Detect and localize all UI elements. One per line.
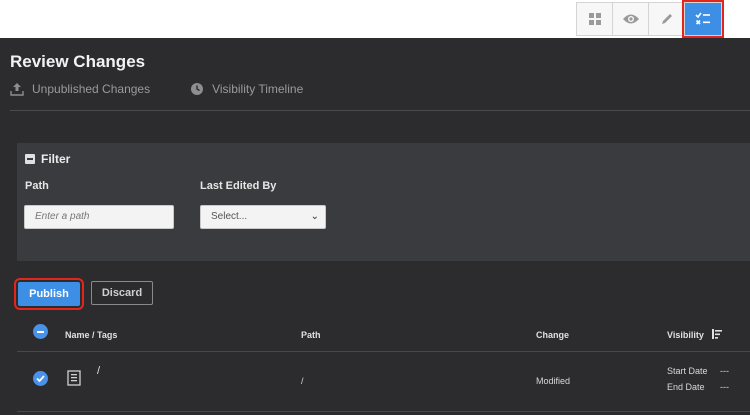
filter-title: Filter xyxy=(41,152,71,166)
eye-icon xyxy=(622,14,639,24)
header-divider xyxy=(10,110,750,111)
tab-visibility-timeline[interactable]: Visibility Timeline xyxy=(190,82,303,96)
collapse-icon xyxy=(25,154,35,164)
publish-button[interactable]: Publish xyxy=(14,278,84,310)
end-date-value: --- xyxy=(720,382,729,392)
edit-button[interactable] xyxy=(649,3,685,35)
last-edited-value: Select... xyxy=(211,211,248,222)
last-edited-select[interactable]: Select... ⌄ xyxy=(200,205,326,229)
tab-unpublished-changes[interactable]: Unpublished Changes xyxy=(10,82,150,96)
checklist-icon xyxy=(695,12,710,25)
view-mode-toolbar xyxy=(576,0,724,38)
top-toolbar xyxy=(0,0,750,38)
discard-button[interactable]: Discard xyxy=(91,281,153,305)
row-name: / xyxy=(97,365,101,377)
check-icon xyxy=(36,375,45,383)
row-checkbox[interactable] xyxy=(33,371,48,386)
page-icon xyxy=(67,370,81,386)
col-change: Change xyxy=(536,330,570,340)
page-title: Review Changes xyxy=(10,52,146,71)
col-visibility: Visibility xyxy=(667,330,704,340)
col-path: Path xyxy=(301,330,321,340)
path-input[interactable]: Enter a path xyxy=(24,205,174,229)
col-name-tags: Name / Tags xyxy=(65,330,118,340)
chevron-down-icon: ⌄ xyxy=(310,211,319,222)
sort-icon[interactable] xyxy=(711,328,723,340)
table-row[interactable]: / / Modified Start Date --- End Date --- xyxy=(0,352,750,410)
row-change: Modified xyxy=(536,376,571,386)
tab-visibility-label: Visibility Timeline xyxy=(212,82,304,96)
table-header: Name / Tags Path Change Visibility xyxy=(0,320,750,350)
row-divider-bottom xyxy=(17,411,750,412)
review-changes-button[interactable] xyxy=(682,0,724,38)
filter-toggle[interactable]: Filter xyxy=(25,152,70,166)
grid-view-button[interactable] xyxy=(577,3,613,35)
filter-panel: Filter Path Last Edited By Enter a path … xyxy=(17,143,750,261)
end-date-label: End Date xyxy=(667,382,705,392)
pencil-icon xyxy=(661,14,672,24)
start-date-value: --- xyxy=(720,366,729,376)
last-edited-label: Last Edited By xyxy=(200,180,277,192)
main-panel: Review Changes Unpublished Changes Visib… xyxy=(0,38,750,415)
clock-icon xyxy=(191,83,204,95)
tab-bar: Unpublished Changes Visibility Timeline xyxy=(10,82,303,96)
grid-icon xyxy=(588,13,601,25)
row-path: / xyxy=(301,376,304,386)
preview-button[interactable] xyxy=(613,3,649,35)
path-label: Path xyxy=(25,180,49,192)
tab-unpublished-label: Unpublished Changes xyxy=(32,82,151,96)
start-date-label: Start Date xyxy=(667,366,708,376)
upload-icon xyxy=(10,83,24,96)
